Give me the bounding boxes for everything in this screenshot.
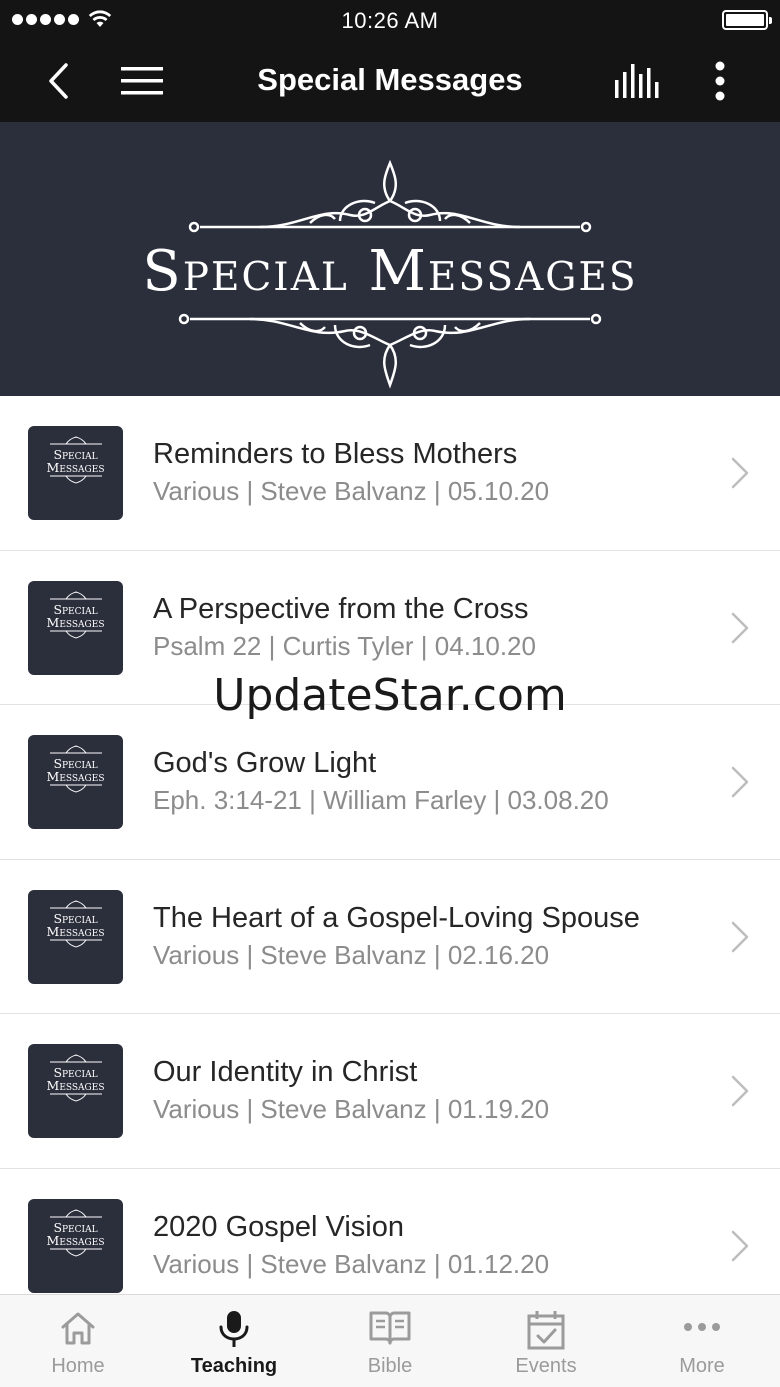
microphone-icon: [219, 1311, 249, 1347]
series-thumbnail: Special Messages: [28, 735, 123, 829]
ornament-bottom-icon: [178, 313, 602, 389]
audio-player-button[interactable]: [605, 40, 669, 122]
list-item[interactable]: Special Messages The Heart of a Gospel-Lov…: [0, 860, 780, 1014]
message-title: The Heart of a Gospel-Loving Spouse: [153, 901, 640, 934]
message-details: Various | Steve Balvanz | 02.16.20: [153, 939, 550, 970]
list-item[interactable]: Special Messages Reminders to Bless Mother…: [0, 396, 780, 551]
series-thumbnail: Special Messages: [28, 1198, 123, 1293]
watermark-text: UpdateStar.com: [213, 670, 567, 721]
series-thumbnail: Special Messages: [28, 889, 123, 984]
tab-bible[interactable]: Bible: [312, 1295, 468, 1387]
chevron-right-icon: [731, 921, 749, 952]
chevron-right-icon: [731, 457, 749, 489]
message-list[interactable]: Special Messages Reminders to Bless Mother…: [0, 396, 780, 1294]
tab-label: Events: [515, 1355, 577, 1377]
series-thumbnail: Special Messages: [28, 580, 123, 675]
list-item[interactable]: Special Messages 2020 Gospel Vision Various…: [0, 1169, 780, 1295]
navigation-bar: Special Messages: [0, 40, 780, 122]
thumbnail-text: Messages: [46, 460, 105, 475]
book-icon: [369, 1311, 411, 1345]
list-item[interactable]: Special Messages Our Identity in Christ Var…: [0, 1014, 780, 1169]
home-icon: [61, 1312, 95, 1345]
series-thumbnail: Special Messages: [28, 426, 123, 520]
tab-label: More: [679, 1355, 725, 1377]
status-time: 10:26 AM: [341, 8, 439, 33]
message-details: Various | Steve Balvanz | 05.10.20: [153, 476, 550, 506]
thumbnail-text: Messages: [46, 1078, 105, 1093]
tab-label: Teaching: [190, 1355, 278, 1377]
more-options-button[interactable]: [688, 40, 752, 122]
chevron-right-icon: [731, 1230, 749, 1261]
thumbnail-text: Messages: [46, 923, 105, 939]
chevron-right-icon: [731, 1075, 749, 1107]
ornament-top-icon: [188, 159, 592, 233]
thumbnail-text: Messages: [46, 1232, 105, 1248]
more-dots-icon: [684, 1323, 720, 1331]
tab-more[interactable]: More: [624, 1295, 780, 1387]
tab-bar: Home Teaching Bible Events More: [0, 1294, 780, 1387]
status-bar: 10:26 AM: [0, 0, 780, 40]
message-title: A Perspective from the Cross: [153, 592, 529, 625]
tab-label: Home: [51, 1355, 105, 1377]
thumbnail-text: Messages: [46, 614, 105, 630]
message-title: 2020 Gospel Vision: [153, 1210, 404, 1243]
tab-home[interactable]: Home: [0, 1295, 156, 1387]
message-details: Psalm 22 | Curtis Tyler | 04.10.20: [153, 630, 536, 661]
message-title: Our Identity in Christ: [153, 1056, 418, 1088]
series-thumbnail: Special Messages: [28, 1044, 123, 1138]
thumbnail-text: Messages: [46, 769, 105, 784]
message-details: Various | Steve Balvanz | 01.12.20: [153, 1248, 550, 1279]
tab-events[interactable]: Events: [468, 1295, 624, 1387]
series-banner: Special Messages: [0, 122, 780, 396]
audio-bars-icon: [615, 64, 659, 98]
calendar-check-icon: [527, 1311, 565, 1350]
tab-teaching[interactable]: Teaching: [156, 1295, 312, 1387]
list-item[interactable]: Special Messages God's Grow Light Eph. 3:14…: [0, 705, 780, 860]
chevron-right-icon: [731, 766, 749, 798]
message-details: Eph. 3:14-21 | William Farley | 03.08.20: [153, 785, 609, 815]
chevron-right-icon: [731, 612, 749, 643]
tab-label: Bible: [367, 1355, 413, 1377]
message-details: Various | Steve Balvanz | 01.19.20: [153, 1094, 550, 1124]
message-title: God's Grow Light: [153, 747, 377, 779]
banner-title: Special Messages: [142, 239, 638, 304]
battery-icon: [722, 10, 772, 30]
message-title: Reminders to Bless Mothers: [153, 438, 518, 470]
vertical-dots-icon: [715, 61, 725, 101]
